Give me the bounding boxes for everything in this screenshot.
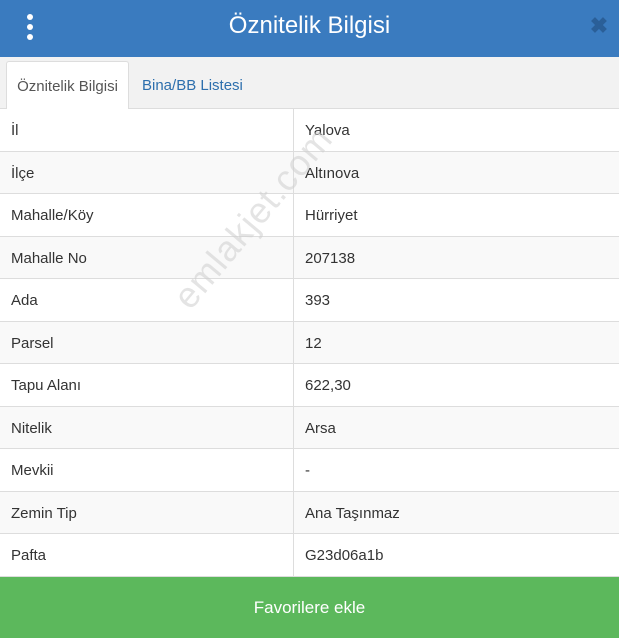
table-row: Tapu Alanı 622,30 (0, 364, 619, 407)
tab-oznitelik-bilgisi[interactable]: Öznitelik Bilgisi (6, 61, 129, 110)
attribute-value: 12 (305, 334, 322, 352)
add-to-favorites-button[interactable]: Favorilere ekle (0, 577, 619, 638)
attribute-value: G23d06a1b (305, 547, 384, 564)
attribute-label: İl (11, 122, 19, 139)
attribute-value: - (305, 462, 310, 479)
attribute-value: Ana Taşınmaz (305, 504, 400, 522)
table-row: Ada 393 (0, 279, 619, 322)
table-row: Zemin Tip Ana Taşınmaz (0, 491, 619, 534)
table-row: Mevkii - (0, 449, 619, 492)
attribute-value: Arsa (305, 419, 336, 437)
attribute-label: Mahalle/Köy (11, 207, 94, 224)
attribute-label: Zemin Tip (11, 504, 77, 522)
header-bar: Öznitelik Bilgisi ✖ (0, 0, 619, 57)
column-divider (293, 279, 294, 321)
attribute-table: İl Yalova İlçe Altınova Mahalle/Köy Hürr… (0, 109, 619, 577)
attribute-label: Tapu Alanı (11, 377, 82, 394)
tab-bina-bb-listesi[interactable]: Bina/BB Listesi (142, 61, 272, 109)
attribute-label: Mahalle No (11, 249, 87, 267)
attribute-label: Mevkii (11, 462, 54, 479)
attribute-value: 207138 (305, 249, 356, 267)
column-divider (293, 449, 294, 491)
column-divider (293, 364, 294, 406)
close-icon[interactable]: ✖ (589, 13, 609, 39)
attribute-value: 393 (305, 292, 331, 309)
column-divider (293, 321, 294, 363)
tab-bar: Öznitelik Bilgisi Bina/BB Listesi (0, 57, 619, 110)
attribute-value: Altınova (305, 164, 360, 182)
attribute-value: Hürriyet (305, 207, 358, 224)
column-divider (293, 109, 294, 151)
column-divider (293, 236, 294, 278)
column-divider (293, 151, 294, 193)
attribute-label: Pafta (11, 547, 47, 564)
table-row: Pafta G23d06a1b (0, 534, 619, 577)
table-row: Mahalle No 207138 (0, 236, 619, 279)
column-divider (293, 491, 294, 533)
table-row: İl Yalova (0, 109, 619, 152)
table-row: Nitelik Arsa (0, 406, 619, 449)
column-divider (293, 194, 294, 236)
attribute-label: Ada (11, 292, 38, 309)
attribute-label: Parsel (11, 334, 54, 352)
table-row: Parsel 12 (0, 321, 619, 364)
page-title: Öznitelik Bilgisi (228, 12, 391, 39)
table-row: İlçe Altınova (0, 151, 619, 194)
column-divider (293, 534, 294, 576)
column-divider (293, 406, 294, 448)
table-row: Mahalle/Köy Hürriyet (0, 194, 619, 237)
attribute-label: İlçe (11, 164, 35, 182)
attribute-value: 622,30 (305, 377, 351, 394)
attribute-label: Nitelik (11, 419, 52, 437)
attribute-value: Yalova (305, 122, 350, 139)
